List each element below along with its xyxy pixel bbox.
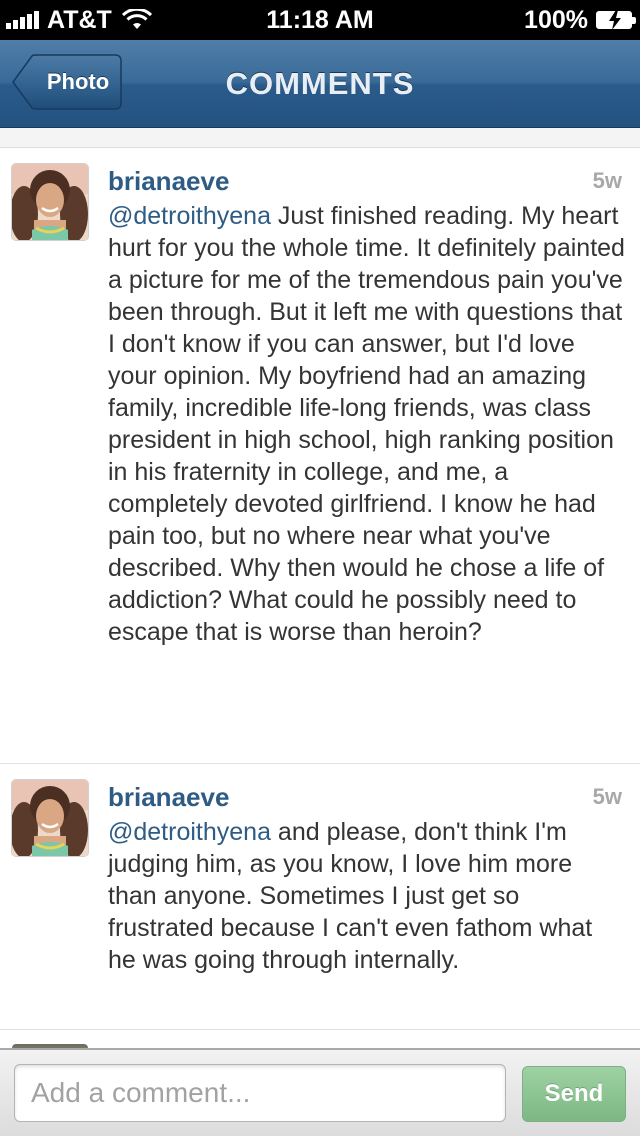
- battery-percentage: 100%: [524, 5, 588, 34]
- comment-item: brianaeve 5w @detroithyena and please, d…: [0, 764, 640, 1030]
- comment-input[interactable]: [14, 1064, 506, 1122]
- comment-text: @detroithyena Just finished reading. My …: [108, 200, 626, 648]
- back-button[interactable]: Photo: [12, 54, 122, 110]
- comment-composer: Send: [0, 1048, 640, 1136]
- avatar[interactable]: [12, 164, 88, 240]
- charging-bolt-icon: [609, 10, 621, 30]
- back-button-label: Photo: [46, 69, 110, 94]
- comment-text-body: Just finished reading. My heart hurt for…: [108, 202, 625, 646]
- comment-item: brianaeve 5w @detroithyena Just finished…: [0, 148, 640, 764]
- comment-mention[interactable]: @detroithyena: [108, 818, 271, 846]
- status-right: 100%: [524, 0, 636, 40]
- status-bar: AT&T 11:18 AM 100%: [0, 0, 640, 40]
- comment-timestamp: 5w: [592, 168, 622, 193]
- page-title: COMMENTS: [225, 66, 415, 101]
- user-avatar-image: [12, 164, 88, 240]
- comment-text: @detroithyena and please, don't think I'…: [108, 816, 626, 976]
- navigation-bar: Photo COMMENTS: [0, 40, 640, 128]
- comment-username[interactable]: brianaeve: [108, 780, 229, 814]
- comments-list[interactable]: brianaeve 5w @detroithyena Just finished…: [0, 128, 640, 1048]
- comment-timestamp: 5w: [592, 784, 622, 809]
- comment-username[interactable]: brianaeve: [108, 164, 229, 198]
- battery-icon: [596, 10, 636, 30]
- send-button[interactable]: Send: [522, 1066, 626, 1122]
- comment-mention[interactable]: @detroithyena: [108, 202, 271, 230]
- list-top-divider: [0, 128, 640, 148]
- avatar[interactable]: [12, 780, 88, 856]
- user-avatar-image: [12, 780, 88, 856]
